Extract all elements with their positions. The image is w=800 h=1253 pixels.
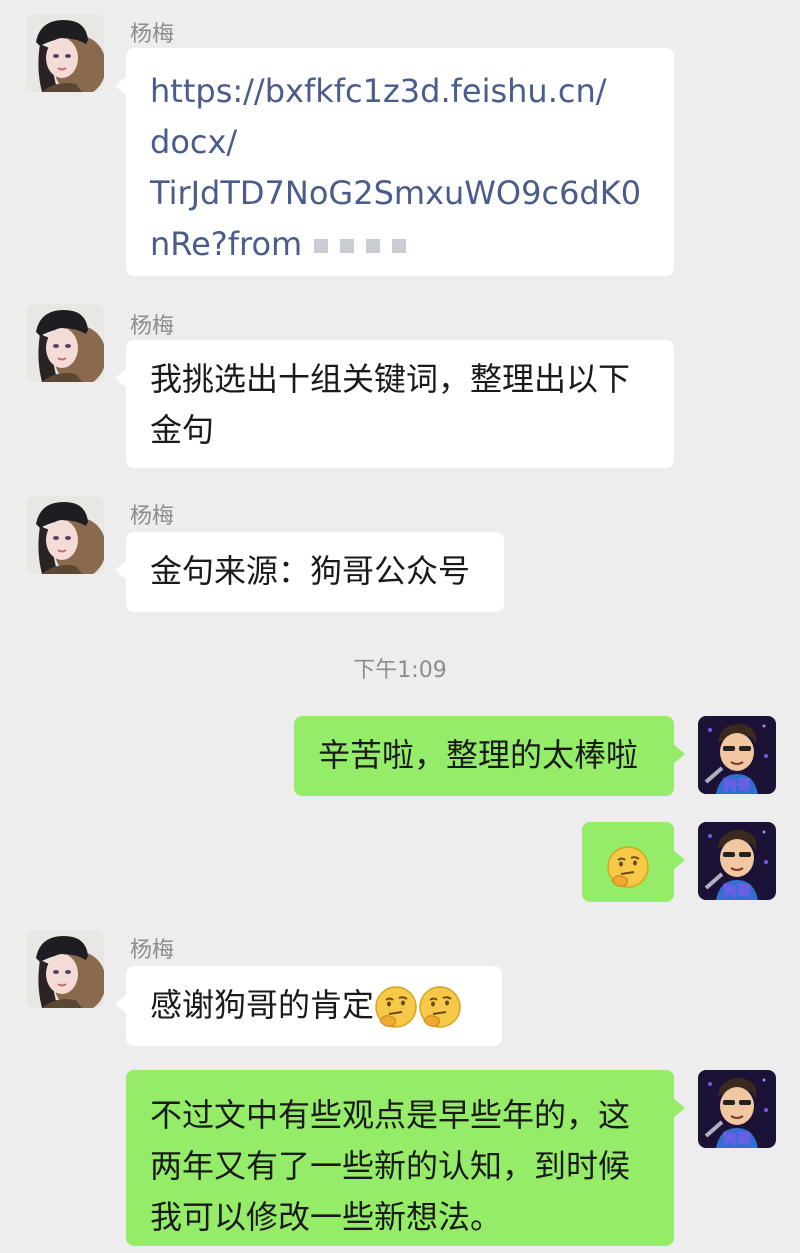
sender-name: 杨梅 — [130, 22, 175, 47]
girl-avatar-icon — [26, 930, 104, 1008]
my-avatar[interactable] — [698, 1070, 776, 1148]
message-bubble-outgoing[interactable] — [582, 822, 685, 902]
sender-avatar[interactable] — [26, 14, 104, 92]
thinking-emoji-icon — [374, 985, 418, 1029]
girl-avatar-icon — [26, 496, 104, 574]
cartoon-man-avatar-icon — [698, 822, 776, 900]
girl-avatar-icon — [26, 304, 104, 382]
message-bubble-outgoing[interactable]: 辛苦啦，整理的太棒啦 — [294, 716, 685, 796]
cartoon-man-avatar-icon — [698, 1070, 776, 1148]
message-text: 感谢狗哥的肯定 — [150, 986, 375, 1024]
redacted-mark — [340, 239, 355, 253]
message-link-line[interactable]: nRe?from — [150, 219, 650, 270]
sender-name: 杨梅 — [130, 504, 175, 529]
message-text-line: 我挑选出十组关键词，整理出以下 — [150, 360, 631, 398]
my-avatar[interactable] — [698, 822, 776, 900]
message-bubble-outgoing[interactable]: 不过文中有些观点是早些年的，这 两年又有了一些新的认知，到时候 我可以修改一些新… — [126, 1070, 685, 1246]
girl-avatar-icon — [26, 14, 104, 92]
message-link-line[interactable]: TirJdTD7NoG2SmxuWO9c6dK0 — [150, 168, 650, 219]
message-bubble[interactable]: 我挑选出十组关键词，整理出以下 金句 — [115, 340, 674, 468]
sender-avatar[interactable] — [26, 496, 104, 574]
message-text-line: 我可以修改一些新想法。 — [150, 1198, 503, 1236]
message-text-line: 辛苦啦，整理的太棒啦 — [318, 736, 639, 774]
sender-avatar[interactable] — [26, 930, 104, 1008]
timestamp: 下午1:09 — [353, 658, 447, 683]
thinking-emoji-icon — [418, 985, 462, 1029]
sender-name: 杨梅 — [130, 938, 175, 963]
message-bubble[interactable]: https://bxfkfc1z3d.feishu.cn/ docx/ TirJ… — [115, 48, 674, 276]
message-link-line[interactable]: https://bxfkfc1z3d.feishu.cn/ — [150, 66, 650, 117]
message-bubble[interactable]: 金句来源：狗哥公众号 — [115, 532, 504, 612]
redacted-mark — [366, 239, 381, 253]
message-text-line: 两年又有了一些新的认知，到时候 — [150, 1147, 631, 1185]
message-bubble[interactable]: 感谢狗哥的肯定 — [115, 966, 502, 1046]
message-link-line[interactable]: docx/ — [150, 117, 650, 168]
message-text-line: 金句 — [150, 411, 215, 449]
message-text-line: 金句来源：狗哥公众号 — [150, 552, 471, 590]
message-text-line: 感谢狗哥的肯定 — [150, 980, 478, 1031]
redacted-mark — [314, 239, 329, 253]
sender-name: 杨梅 — [130, 314, 175, 339]
sender-avatar[interactable] — [26, 304, 104, 382]
cartoon-man-avatar-icon — [698, 716, 776, 794]
my-avatar[interactable] — [698, 716, 776, 794]
thinking-emoji-icon — [606, 845, 650, 889]
message-link-text[interactable]: nRe?from — [150, 225, 302, 263]
message-text-line: 不过文中有些观点是早些年的，这 — [150, 1096, 631, 1134]
redacted-mark — [392, 239, 407, 253]
